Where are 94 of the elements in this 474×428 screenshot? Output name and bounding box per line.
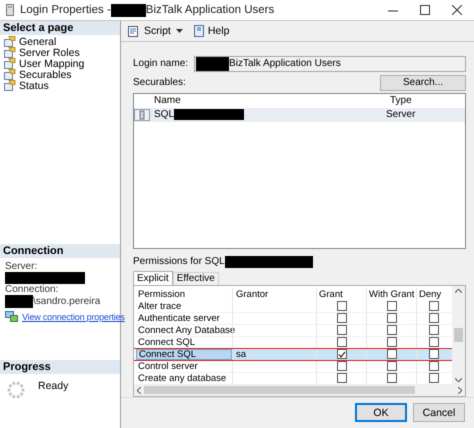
page-icon — [4, 80, 16, 91]
table-cell-text: Server — [385, 109, 416, 120]
checkbox[interactable] — [386, 349, 396, 360]
help-icon — [192, 24, 205, 37]
page-item[interactable]: Server Roles — [0, 47, 120, 58]
scroll-down-icon — [455, 378, 462, 382]
checkbox[interactable] — [336, 373, 346, 384]
scroll-right-icon — [458, 386, 462, 394]
status-text: Ready — [38, 380, 68, 392]
server-icon — [134, 108, 150, 121]
section-header: Select a page — [0, 21, 120, 35]
page-icon — [4, 47, 16, 58]
checkbox[interactable] — [386, 325, 396, 336]
checkbox[interactable] — [336, 361, 346, 372]
scroll-thumb[interactable] — [454, 328, 463, 342]
table-cell: Connect SQL — [136, 348, 232, 360]
page-item[interactable]: Securables — [0, 69, 120, 80]
section-header: Connection — [0, 244, 120, 258]
connection-label: Connection: — [5, 284, 60, 295]
redaction-bar — [196, 56, 230, 71]
checkbox[interactable] — [386, 301, 396, 312]
checkbox[interactable] — [428, 301, 438, 312]
page-icon — [4, 58, 16, 69]
checkbox[interactable] — [428, 361, 438, 372]
column-header: Name — [154, 95, 182, 106]
checkbox[interactable] — [336, 349, 346, 360]
connection-user: \sandro.pereira — [33, 296, 100, 307]
redaction-bar — [110, 4, 146, 16]
column-header: Permission — [137, 288, 186, 301]
checkbox[interactable] — [336, 325, 346, 336]
permission-row[interactable]: Alter trace — [136, 300, 452, 313]
cancel-button[interactable]: Cancel — [413, 403, 465, 422]
window-title: Login Properties - — [20, 4, 111, 16]
script-button[interactable]: Script — [125, 22, 185, 40]
checkbox[interactable] — [386, 361, 396, 372]
table-cell-text: Control server — [137, 360, 199, 372]
redaction-bar — [5, 295, 33, 308]
dropdown-caret-icon — [176, 28, 183, 33]
tab[interactable]: Explicit — [133, 270, 173, 285]
checkbox[interactable] — [428, 373, 438, 384]
search-button[interactable]: Search... — [380, 74, 466, 91]
checkbox[interactable] — [428, 337, 438, 348]
checkbox[interactable] — [386, 313, 396, 324]
securable-row[interactable]: SQL Server — [134, 108, 465, 122]
login-name-label: Login name: — [133, 58, 188, 70]
scroll-thumb[interactable] — [144, 386, 415, 394]
checkbox[interactable] — [428, 325, 438, 336]
table-cell-text: Create any database — [137, 372, 228, 384]
close-icon — [452, 5, 462, 15]
window-icon — [6, 4, 14, 16]
help-button[interactable]: Help — [190, 22, 232, 40]
checkbox[interactable] — [336, 301, 346, 312]
page-icon — [4, 69, 16, 80]
window-title: BizTalk Application Users — [146, 4, 274, 16]
checkbox[interactable] — [386, 337, 396, 348]
table-cell-text: Connect SQL — [137, 336, 196, 348]
checkbox[interactable] — [386, 373, 396, 384]
permissions-label: Permissions for SQL — [133, 256, 225, 268]
tab[interactable]: Effective — [172, 272, 219, 285]
checkbox[interactable] — [428, 349, 438, 360]
view-connection-link[interactable]: View connection properties — [22, 312, 125, 322]
scroll-left-icon — [137, 386, 141, 394]
page-item[interactable]: General — [0, 36, 120, 47]
page-icon — [4, 36, 16, 47]
redaction-bar — [174, 109, 244, 120]
table-cell-text: Authenticate server — [137, 312, 221, 324]
checkbox[interactable] — [336, 313, 346, 324]
checkbox[interactable] — [336, 337, 346, 348]
maximize-icon — [420, 5, 430, 15]
table-cell: SQL — [154, 109, 174, 120]
scroll-up-icon — [455, 288, 462, 293]
table-cell: sa — [236, 348, 246, 360]
section-header: Progress — [0, 360, 120, 374]
server-label: Server: — [5, 261, 38, 272]
connection-icon — [5, 311, 18, 322]
securables-label: Securables: — [133, 77, 186, 88]
checkbox[interactable] — [428, 313, 438, 324]
ok-button[interactable]: OK — [355, 403, 407, 422]
permission-row[interactable]: Connect SQL sa — [136, 348, 452, 361]
permission-row[interactable]: Authenticate server — [136, 312, 452, 325]
page-item[interactable]: User Mapping — [0, 58, 120, 69]
column-header: Type — [389, 95, 413, 106]
column-header: Grantor — [232, 288, 316, 301]
login-name-field[interactable]: BizTalk Application Users — [194, 56, 466, 72]
table-cell-text: Alter trace — [137, 300, 182, 312]
vertical-scrollbar[interactable] — [452, 286, 465, 385]
permission-row[interactable]: Control server — [136, 360, 452, 373]
spinner-icon — [6, 380, 26, 400]
script-icon — [127, 24, 139, 37]
field-value: BizTalk Application Users — [229, 58, 341, 70]
checkmark-icon — [338, 350, 346, 358]
page-item[interactable]: Status — [0, 80, 120, 91]
permission-row[interactable]: Connect Any Database — [136, 324, 452, 337]
horizontal-scrollbar[interactable] — [134, 384, 465, 396]
